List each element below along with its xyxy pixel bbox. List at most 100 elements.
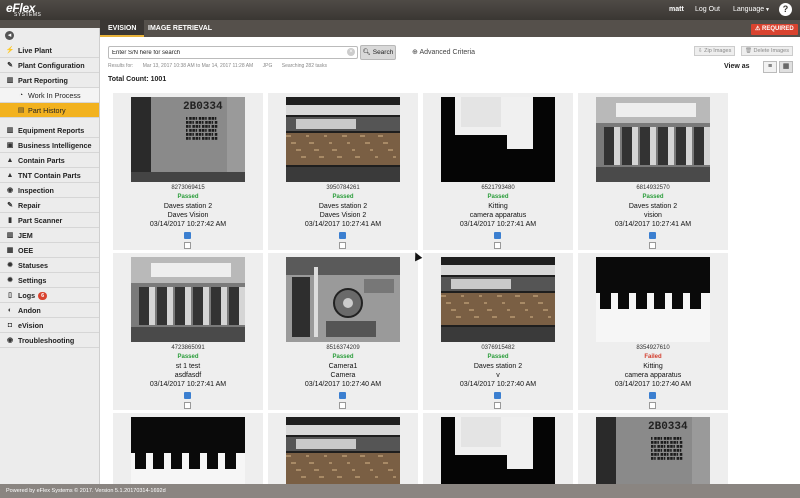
- select-checkbox[interactable]: [339, 242, 346, 249]
- image-card[interactable]: [113, 413, 263, 498]
- download-icon[interactable]: [184, 232, 191, 239]
- image-card[interactable]: 2B0334: [578, 413, 728, 498]
- collapse-sidebar-icon[interactable]: ◂: [5, 31, 14, 40]
- camera-name: Daves Vision: [167, 212, 209, 219]
- grid-view-icon[interactable]: ▦: [779, 61, 793, 73]
- sidebar-item-part-reporting[interactable]: ▥ Part Reporting: [0, 73, 99, 88]
- sidebar-item-live-plant[interactable]: ⚡ Live Plant: [0, 43, 99, 58]
- capture-date: 03/14/2017 10:27:41 AM: [149, 381, 227, 388]
- download-icon[interactable]: [339, 232, 346, 239]
- advanced-criteria-toggle[interactable]: ⊕ Advanced Criteria: [412, 48, 475, 56]
- inspection-image[interactable]: [131, 257, 245, 342]
- zip-images-button[interactable]: ⇩ Zip Images: [694, 46, 736, 56]
- sidebar-item-work-in-process[interactable]: ◔ Work In Process: [0, 88, 99, 103]
- delete-images-label: Delete Images: [753, 48, 789, 54]
- sidebar-item-tnt-contain-parts[interactable]: ▲ TNT Contain Parts: [0, 168, 99, 183]
- chevron-down-icon[interactable]: ▼: [765, 7, 770, 13]
- inspection-image[interactable]: [596, 97, 710, 182]
- serial-number[interactable]: 8354927610: [578, 345, 728, 351]
- sidebar-item-settings[interactable]: ✹ Settings: [0, 273, 99, 288]
- inspection-image[interactable]: [441, 97, 555, 182]
- sidebar-item-oee[interactable]: ▦ OEE: [0, 243, 99, 258]
- station-name: Kitting: [488, 203, 508, 210]
- serial-number[interactable]: 4723865091: [113, 345, 263, 351]
- camera-name: Daves Vision 2: [319, 212, 367, 219]
- status-badge: Passed: [487, 354, 509, 360]
- inspection-image[interactable]: [441, 257, 555, 342]
- select-checkbox[interactable]: [649, 242, 656, 249]
- image-card[interactable]: 6521793480 Passed Kitting camera apparatus 0…: [423, 93, 573, 250]
- help-icon[interactable]: ?: [779, 3, 792, 16]
- delete-images-button[interactable]: 🗑︎ Delete Images: [741, 46, 793, 56]
- download-icon[interactable]: [184, 392, 191, 399]
- search-button[interactable]: 🔍︎ Search: [360, 45, 396, 60]
- inspection-image[interactable]: [596, 257, 710, 342]
- image-card[interactable]: 8516374209 Passed Camera1 Camera 03/14/2017 …: [268, 253, 418, 410]
- select-checkbox[interactable]: [184, 402, 191, 409]
- sidebar-item-evision[interactable]: ◘ eVision: [0, 318, 99, 333]
- image-card[interactable]: 8354927610 Failed Kitting camera apparatus 0…: [578, 253, 728, 410]
- sidebar-item-label: JEM: [18, 231, 33, 240]
- username[interactable]: matt: [669, 6, 684, 13]
- select-checkbox[interactable]: [494, 242, 501, 249]
- sidebar-item-equipment-reports[interactable]: ▥ Equipment Reports: [0, 123, 99, 138]
- serial-number[interactable]: 8516374209: [268, 345, 418, 351]
- image-card[interactable]: 4723865091 Passed st 1 test asdfasdf 03/14/2…: [113, 253, 263, 410]
- image-card[interactable]: [268, 413, 418, 498]
- logout-link[interactable]: Log Out: [695, 6, 720, 13]
- andon-icon: ◐: [7, 307, 13, 314]
- search-input[interactable]: [108, 46, 358, 59]
- select-checkbox[interactable]: [184, 242, 191, 249]
- image-card[interactable]: [423, 413, 573, 498]
- required-badge[interactable]: ⚠ REQUIRED: [751, 24, 798, 35]
- image-card[interactable]: 0376915482 Passed Daves station 2 v 03/14/20…: [423, 253, 573, 410]
- download-icon[interactable]: [339, 392, 346, 399]
- download-icon[interactable]: [494, 232, 501, 239]
- sidebar-item-jem[interactable]: ▥ JEM: [0, 228, 99, 243]
- inspection-image[interactable]: [286, 97, 400, 182]
- tab-image-retrieval[interactable]: IMAGE RETRIEVAL: [140, 20, 220, 37]
- station-name: Camera1: [328, 363, 358, 370]
- download-icon[interactable]: [649, 232, 656, 239]
- image-card[interactable]: 3950784261 Passed Daves station 2 Daves Vis…: [268, 93, 418, 250]
- gauge-icon: ◔: [18, 92, 24, 99]
- results-type: JPG: [262, 63, 273, 69]
- sidebar-item-troubleshooting[interactable]: ◉ Troubleshooting: [0, 333, 99, 348]
- sidebar-item-label: Troubleshooting: [18, 336, 75, 345]
- select-checkbox[interactable]: [339, 402, 346, 409]
- language-menu[interactable]: Language: [733, 6, 764, 13]
- sidebar-item-repair[interactable]: ✎ Repair: [0, 198, 99, 213]
- wrench-icon: ✎: [7, 202, 13, 209]
- serial-number[interactable]: 3950784261: [268, 185, 418, 191]
- clear-icon[interactable]: ×: [347, 48, 355, 56]
- image-card[interactable]: 6814932570 Passed Daves station 2 vision 03/…: [578, 93, 728, 250]
- serial-number[interactable]: 6521793480: [423, 185, 573, 191]
- sidebar-item-part-scanner[interactable]: ▮ Part Scanner: [0, 213, 99, 228]
- serial-number[interactable]: 6814932570: [578, 185, 728, 191]
- sidebar-item-contain-parts[interactable]: ▲ Contain Parts: [0, 153, 99, 168]
- serial-number[interactable]: 8273069415: [113, 185, 263, 191]
- sidebar-item-statuses[interactable]: ✹ Statuses: [0, 258, 99, 273]
- sidebar-item-andon[interactable]: ◐ Andon: [0, 303, 99, 318]
- serial-number[interactable]: 0376915482: [423, 345, 573, 351]
- sidebar-item-label: Inspection: [18, 186, 54, 195]
- station-name: Kitting: [643, 363, 663, 370]
- image-card[interactable]: 2B0334 8273069415 Passed Daves station 2 Dav…: [113, 93, 263, 250]
- sidebar-item-label: Settings: [18, 276, 47, 285]
- list-view-icon[interactable]: ≡: [763, 61, 777, 73]
- sidebar-item-inspection[interactable]: ◉ Inspection: [0, 183, 99, 198]
- select-checkbox[interactable]: [494, 402, 501, 409]
- logo[interactable]: eFlex SYSTEMS: [6, 2, 41, 18]
- sidebar-item-part-history[interactable]: ▤ Part History: [0, 103, 99, 118]
- select-checkbox[interactable]: [649, 402, 656, 409]
- inspection-image[interactable]: [286, 257, 400, 342]
- tab-evision[interactable]: EVISION: [100, 20, 145, 37]
- camera-icon: ◘: [7, 322, 13, 329]
- inspection-image[interactable]: 2B0334: [131, 97, 245, 182]
- download-icon[interactable]: [649, 392, 656, 399]
- download-icon[interactable]: [494, 392, 501, 399]
- sidebar-item-logs[interactable]: ▯ Logs 6: [0, 288, 99, 303]
- sidebar-item-business-intelligence[interactable]: ▣ Business Intelligence: [0, 138, 99, 153]
- sidebar-item-plant-configuration[interactable]: ✎ Plant Configuration: [0, 58, 99, 73]
- sidebar-item-label: Andon: [18, 306, 41, 315]
